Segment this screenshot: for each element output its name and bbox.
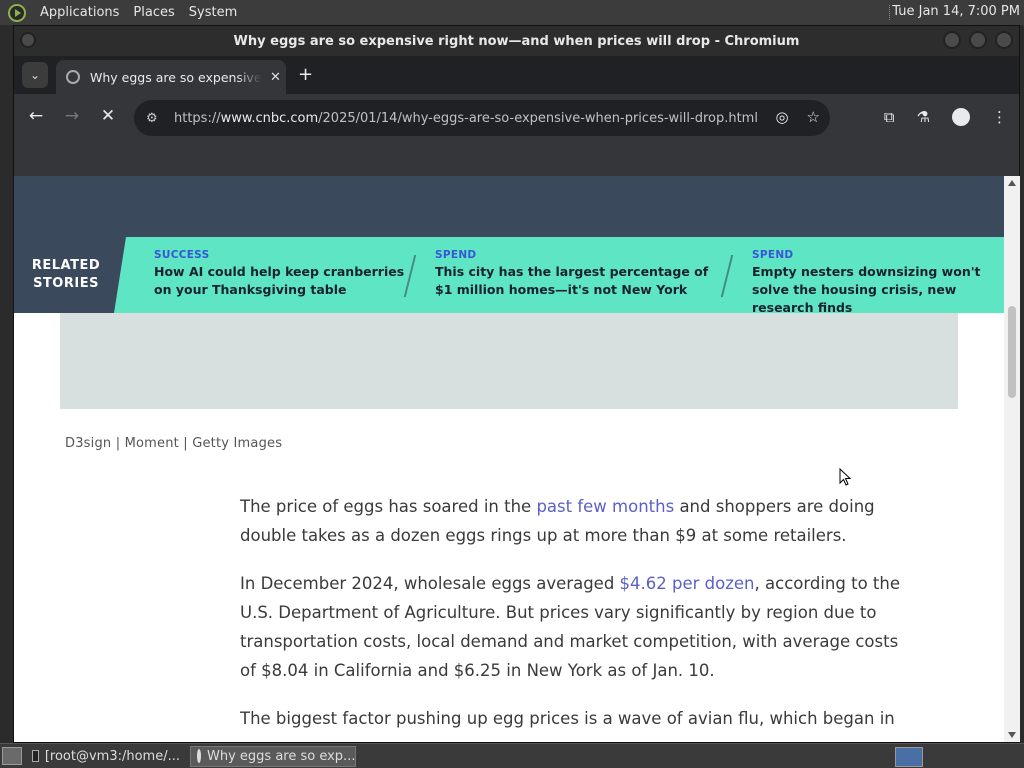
paragraph: The biggest factor pushing up egg prices… [240, 709, 895, 728]
card-headline[interactable]: This city has the largest percentage of … [435, 263, 711, 299]
places-menu[interactable]: Places [133, 5, 174, 20]
tab-title: Why eggs are so expensive right now—and … [90, 69, 262, 85]
scroll-down-icon[interactable] [1008, 732, 1016, 738]
page-scrollbar[interactable] [1004, 176, 1020, 742]
tab-search-button[interactable]: ⌄ [22, 62, 48, 88]
related-card[interactable]: SPEND This city has the largest percenta… [435, 249, 711, 299]
window-titlebar[interactable]: Why eggs are so expensive right now—and … [14, 26, 1019, 56]
profile-avatar-icon[interactable] [952, 108, 970, 126]
task-label: Why eggs are so exp... [207, 748, 356, 764]
card-category[interactable]: SPEND [435, 249, 711, 261]
workspace-switcher[interactable] [895, 747, 923, 767]
window-title: Why eggs are so expensive right now—and … [233, 33, 800, 49]
scroll-up-icon[interactable] [1008, 180, 1016, 186]
star-bookmark-icon[interactable]: ☆ [807, 108, 820, 126]
show-desktop-icon[interactable] [2, 747, 22, 765]
related-stories-bar: RELATED STORIES SUCCESS How AI could hel… [14, 237, 1004, 313]
article-body: The price of eggs has soared in the past… [240, 492, 900, 742]
forward-arrow-icon[interactable]: → [60, 106, 84, 126]
card-category[interactable]: SUCCESS [154, 249, 414, 261]
page-viewport: RELATED STORIES SUCCESS How AI could hel… [14, 176, 1004, 742]
past-few-months-link[interactable]: past few months [536, 497, 674, 516]
address-bar[interactable]: ⚙ https://www.cnbc.com/2025/01/14/why-eg… [134, 100, 830, 136]
header-band [14, 176, 1004, 237]
photo-credit: D3sign | Moment | Getty Images [65, 436, 283, 451]
article-photo [60, 313, 958, 409]
close-window-button[interactable] [995, 31, 1013, 49]
card-divider [720, 255, 734, 297]
eye-off-icon[interactable]: ◎ [775, 108, 788, 126]
panel-menu: Applications Places System [0, 3, 237, 22]
applications-menu[interactable]: Applications [40, 5, 119, 20]
extensions-puzzle-icon[interactable]: ⧉ [884, 108, 895, 126]
omnibox-icons: ◎ ☆ [775, 108, 820, 126]
task-label: [root@vm3:/home/... [44, 748, 180, 764]
paragraph: In December 2024, wholesale eggs average… [240, 569, 900, 685]
url-scheme: https:// [174, 110, 221, 126]
card-category[interactable]: SPEND [752, 249, 1004, 261]
terminal-icon [32, 750, 39, 762]
system-menu[interactable]: System [189, 5, 237, 20]
browser-toolbar: ← → ✕ ⚙ https://www.cnbc.com/2025/01/14/… [14, 94, 1019, 142]
chromium-icon [197, 749, 201, 763]
tab-active[interactable]: Why eggs are so expensive right now—and … [56, 60, 286, 94]
more-menu-icon[interactable]: ⋮ [992, 108, 1007, 126]
maximize-button[interactable] [969, 31, 987, 49]
close-tab-icon[interactable]: ✕ [270, 70, 281, 85]
toolbar-actions: ⧉ ⚗ ⋮ [884, 108, 1007, 126]
related-cards: SUCCESS How AI could help keep cranberri… [114, 237, 1004, 313]
related-card[interactable]: SPEND Empty nesters downsizing won't sol… [752, 249, 1004, 313]
related-label-line1: RELATED [31, 258, 101, 273]
gnome-foot-icon[interactable] [8, 3, 26, 22]
price-per-dozen-link[interactable]: $4.62 per dozen [620, 574, 755, 593]
paragraph-text: In December 2024, wholesale eggs average… [240, 574, 620, 593]
url-text[interactable]: https://www.cnbc.com/2025/01/14/why-eggs… [174, 111, 758, 126]
scroll-thumb[interactable] [1008, 306, 1016, 398]
stop-loading-icon[interactable]: ✕ [96, 106, 120, 126]
mouse-pointer-icon [839, 468, 851, 486]
paragraph: The price of eggs has soared in the past… [240, 492, 900, 550]
related-label-line2: STORIES [33, 276, 99, 291]
related-stories-label: RELATED STORIES [28, 257, 104, 293]
window-controls [943, 31, 1013, 49]
taskbar-chromium[interactable]: Why eggs are so exp... [190, 745, 356, 767]
url-path: /2025/01/14/why-eggs-are-so-expensive-wh… [318, 110, 758, 126]
clock[interactable]: Tue Jan 14, 7:00 PM [892, 4, 1020, 19]
taskbar-terminal[interactable]: [root@vm3:/home/... [26, 746, 186, 767]
url-host: www.cnbc.com [220, 110, 319, 126]
labs-flask-icon[interactable]: ⚗ [917, 108, 930, 126]
card-headline[interactable]: Empty nesters downsizing won't solve the… [752, 263, 1004, 313]
site-info-icon[interactable]: ⚙ [146, 111, 162, 126]
browser-window: Why eggs are so expensive right now—and … [13, 25, 1020, 743]
card-headline[interactable]: How AI could help keep cranberries on yo… [154, 263, 414, 299]
back-arrow-icon[interactable]: ← [24, 106, 48, 126]
loading-favicon-icon [66, 70, 80, 84]
paragraph-text: The price of eggs has soared in the [240, 497, 537, 516]
top-panel: Applications Places System Tue Jan 14, 7… [0, 0, 1024, 25]
related-card[interactable]: SUCCESS How AI could help keep cranberri… [154, 249, 414, 299]
chevron-down-icon: ⌄ [29, 68, 41, 82]
tab-strip: ⌄ Why eggs are so expensive right now—an… [14, 56, 1019, 94]
window-menu-button[interactable] [20, 32, 36, 48]
minimize-button[interactable] [943, 31, 961, 49]
bottom-taskbar: [root@vm3:/home/... Why eggs are so exp.… [0, 743, 1024, 768]
new-tab-button[interactable]: + [298, 64, 313, 85]
